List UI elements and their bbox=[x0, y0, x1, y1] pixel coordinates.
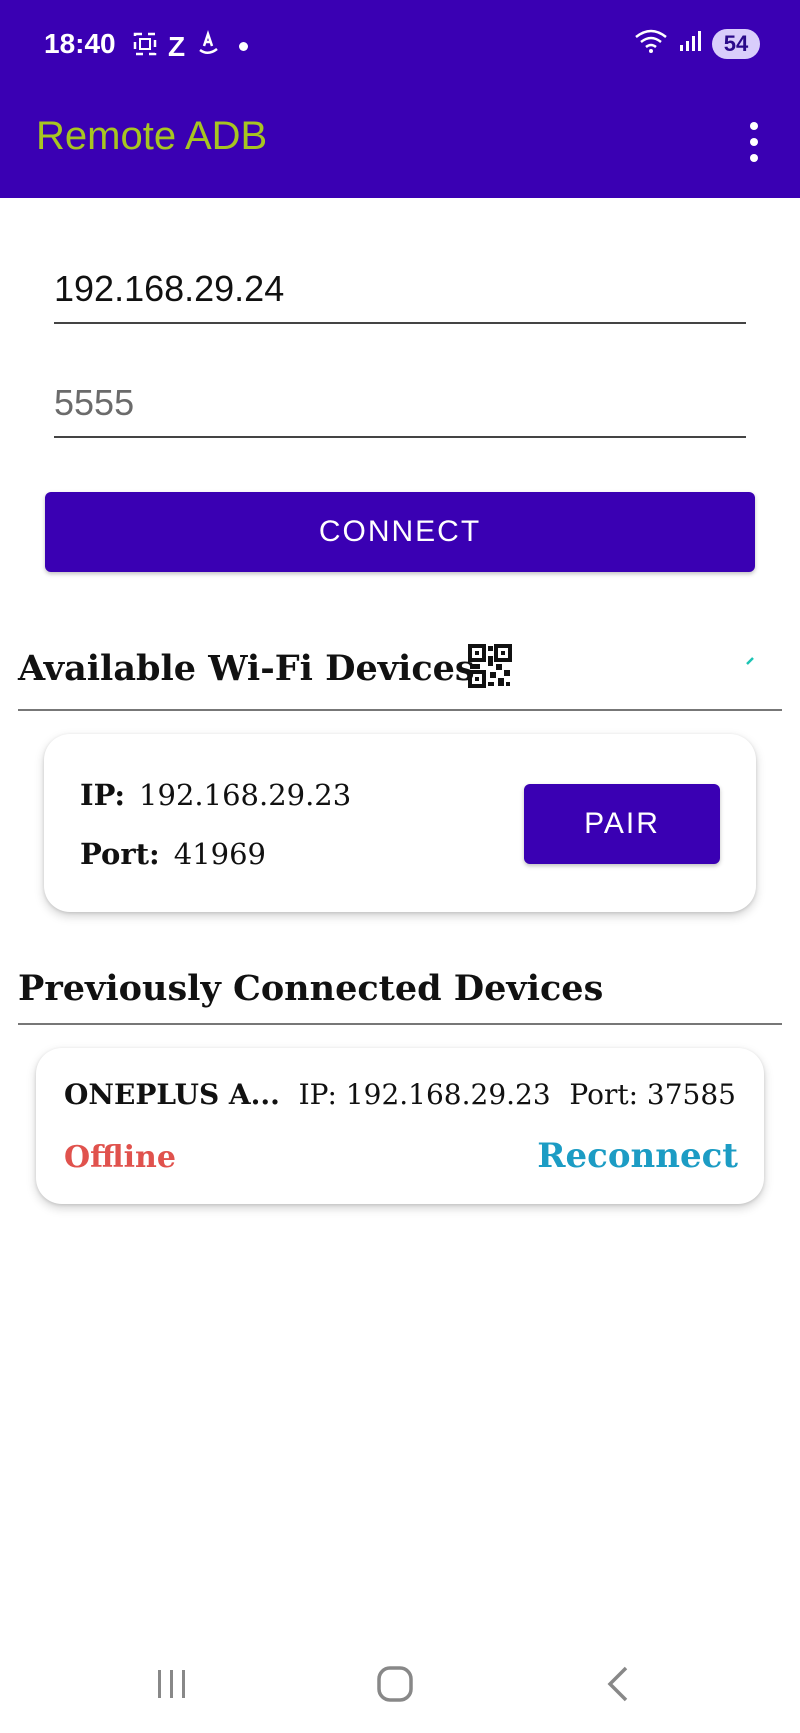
connect-button[interactable]: CONNECT bbox=[45, 492, 755, 572]
ip-value: 192.168.29.23 bbox=[139, 778, 352, 812]
previous-device-card[interactable]: ONEPLUS A... IP: 192.168.29.23 Port: 375… bbox=[36, 1048, 764, 1204]
port-label: Port: bbox=[80, 837, 160, 871]
device-status-badge: Offline bbox=[64, 1140, 176, 1175]
qr-code-icon[interactable] bbox=[468, 644, 512, 688]
status-bar: 18:40 Z 54 bbox=[0, 0, 800, 96]
app-title: Remote ADB bbox=[36, 114, 268, 158]
port-input[interactable] bbox=[54, 382, 746, 438]
recents-icon[interactable] bbox=[144, 1656, 200, 1712]
z-app-icon: Z bbox=[168, 30, 186, 62]
device-name: ONEPLUS A... bbox=[64, 1078, 280, 1111]
battery-icon: 54 bbox=[712, 28, 760, 59]
more-vert-icon[interactable] bbox=[740, 114, 768, 170]
wifi-devices-title: Available Wi-Fi Devices bbox=[18, 648, 475, 689]
wifi-device-ip: IP: 192.168.29.23 bbox=[80, 778, 351, 812]
back-icon[interactable] bbox=[590, 1656, 646, 1712]
app-bar: Remote ADB bbox=[0, 96, 800, 198]
ip-label: IP: bbox=[80, 778, 126, 812]
port-value: 41969 bbox=[173, 837, 267, 871]
amazon-icon bbox=[195, 30, 221, 63]
device-port: Port: 37585 bbox=[569, 1078, 736, 1111]
previous-section-divider bbox=[18, 1023, 782, 1025]
status-icons-right: 54 bbox=[634, 28, 760, 59]
previous-device-info: ONEPLUS A... IP: 192.168.29.23 Port: 375… bbox=[64, 1078, 736, 1111]
signal-icon bbox=[678, 29, 702, 58]
ip-address-input[interactable] bbox=[54, 268, 746, 324]
loading-indicator-icon bbox=[746, 652, 754, 665]
status-time: 18:40 bbox=[44, 28, 116, 59]
dot-icon bbox=[239, 42, 249, 51]
home-icon[interactable] bbox=[367, 1656, 423, 1712]
device-ip: IP: 192.168.29.23 bbox=[298, 1078, 551, 1111]
wifi-device-card: IP: 192.168.29.23 Port: 41969 PAIR bbox=[44, 734, 756, 912]
status-icons-left: Z bbox=[132, 30, 249, 63]
reconnect-button[interactable]: Reconnect bbox=[537, 1136, 738, 1176]
screenshot-icon bbox=[132, 31, 158, 62]
wifi-section-divider bbox=[18, 709, 782, 711]
wifi-device-port: Port: 41969 bbox=[80, 837, 266, 871]
pair-button[interactable]: PAIR bbox=[524, 784, 720, 864]
wifi-icon bbox=[634, 28, 668, 59]
previous-devices-title: Previously Connected Devices bbox=[18, 968, 604, 1009]
system-nav-bar bbox=[0, 1632, 800, 1732]
